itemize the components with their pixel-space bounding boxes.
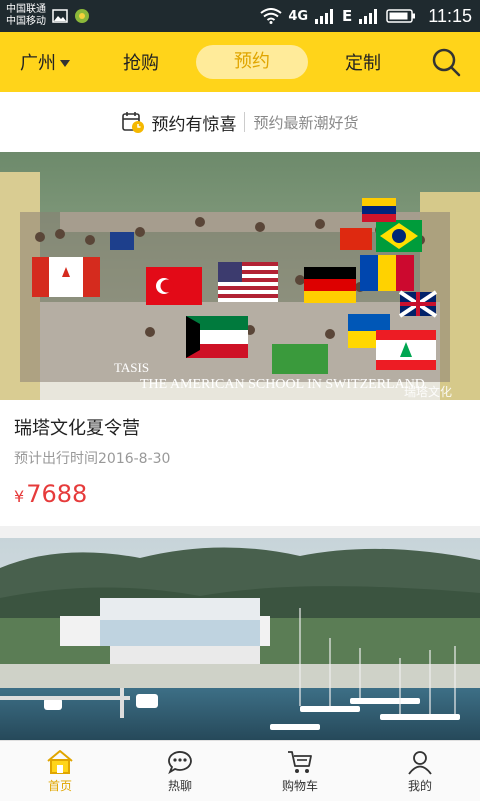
product-price: ¥7688 [14,480,87,508]
carrier-2: 中国移动 [6,16,46,27]
image-watermark-right: 瑞塔文化 [404,384,452,399]
clock: 11:15 [428,5,472,26]
flag-brazil [376,220,422,252]
product-card[interactable] [0,538,480,740]
flag-turkey [146,267,202,305]
banner-divider [244,112,246,132]
flag-kuwait [186,316,248,358]
tab-flash-sale[interactable]: 抢购 [118,49,164,75]
cart-icon [288,750,312,773]
app-badge-icon [75,9,89,23]
search-icon[interactable] [430,46,462,78]
banner-subtitle: 预约最新潮好货 [253,113,359,132]
flag-uk [398,290,438,318]
carrier-1: 中国联通 [6,4,46,15]
tab-profile[interactable]: 我的 [360,741,480,801]
wifi-icon [260,8,282,24]
signal-icon-1 [315,9,334,24]
tab-cart-label: 购物车 [281,778,318,793]
flag-germany [304,267,356,303]
product-image[interactable] [0,538,480,740]
network-type-2: E [342,7,353,25]
top-nav-bar: 广州 抢购 预约 定制 [0,32,480,92]
product-departure-date: 预计出行时间2016-8-30 [14,451,171,467]
flag-venezuela [362,198,396,222]
home-icon [47,749,73,774]
banner-title: 预约有惊喜 [151,114,237,135]
product-image[interactable]: TASIS THE AMERICAN SCHOOL IN SWITZERLAND… [0,152,480,400]
tab-home-label: 首页 [47,778,72,793]
flag-china [340,228,372,250]
tab-chat[interactable]: 热聊 [120,741,240,801]
carrier-names: 中国联通 中国移动 [6,4,46,28]
city-selector[interactable]: 广州 [20,49,90,75]
bottom-tab-bar: 首页 热聊 购物车 我的 [0,740,480,801]
tab-custom[interactable]: 定制 [340,49,386,75]
dropdown-triangle-icon [60,60,70,67]
flag-lebanon [376,330,436,370]
flag-small-uk [110,232,134,250]
battery-icon [386,9,416,23]
flag-canada [32,257,100,297]
tab-cart[interactable]: 购物车 [240,741,360,801]
price-value: 7688 [26,480,88,508]
calendar-clock-icon [122,112,145,133]
tab-home[interactable]: 首页 [0,741,120,801]
product-card[interactable]: TASIS THE AMERICAN SCHOOL IN SWITZERLAND… [0,152,480,526]
tab-reservation[interactable]: 预约 [196,45,308,79]
tab-chat-label: 热聊 [167,778,192,793]
flag-green [272,344,328,374]
image-caption: THE AMERICAN SCHOOL IN SWITZERLAND [140,377,425,392]
chat-icon [168,750,192,774]
tab-profile-label: 我的 [407,778,432,793]
network-type-1: 4G [288,8,309,24]
flag-usa [218,262,278,302]
gallery-icon [52,9,68,23]
status-bar: 中国联通 中国移动 4G E 11:15 [0,0,480,32]
signal-icon-2 [359,9,378,24]
currency-symbol: ¥ [14,487,25,506]
image-watermark-left: TASIS [114,360,149,375]
flag-moldova [360,255,414,291]
user-icon [408,750,432,775]
reservation-banner: 预约有惊喜 预约最新潮好货 [0,92,480,152]
city-label: 广州 [20,53,56,74]
product-title: 瑞塔文化夏令营 [14,418,140,439]
